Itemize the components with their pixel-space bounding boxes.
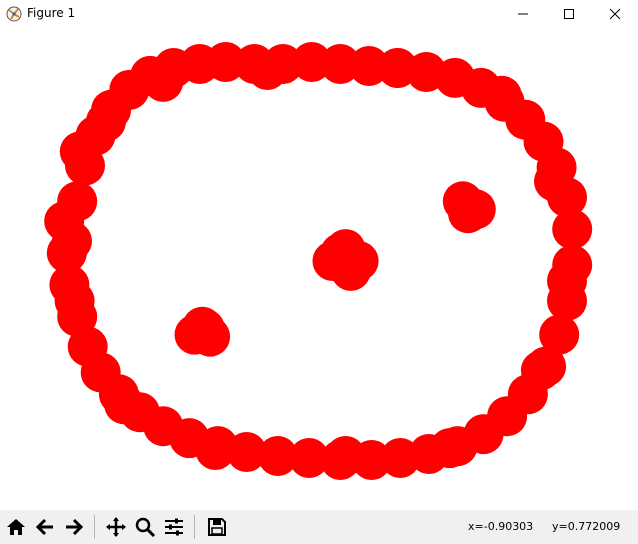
scatter-point [325,436,366,476]
toolbar-separator [94,515,95,539]
scatter-point [143,61,184,102]
maximize-button[interactable] [546,0,592,28]
app-icon [6,6,22,22]
scatter-point [534,161,574,202]
forward-button[interactable] [60,513,88,541]
configure-subplots-button[interactable] [160,513,188,541]
maximize-icon [564,9,574,19]
cursor-x-readout: x=-0.90303 [468,520,534,533]
forward-arrow-icon [66,518,84,536]
toolbar-separator [194,515,195,539]
scatter-point [44,201,85,242]
window-title: Figure 1 [27,6,76,20]
save-button[interactable] [203,513,231,541]
navigation-toolbar: x=-0.90303 y=0.772009 [0,510,638,544]
back-button[interactable] [31,513,59,541]
pan-button[interactable] [102,513,130,541]
back-arrow-icon [35,518,53,536]
scatter-point [481,75,522,116]
scatter-point [547,260,587,301]
scatter-point [85,101,126,142]
scatter-point [247,50,288,90]
scatter-point [320,233,361,273]
scatter-point [552,209,593,250]
close-icon [609,8,621,20]
scatter-point [54,280,95,321]
scatter-point [104,384,145,425]
scatter-markers [44,42,593,480]
scatter-point [377,48,418,88]
zoom-icon [135,517,156,538]
home-button[interactable] [2,513,30,541]
cursor-y-readout: y=0.772009 [552,520,621,533]
scatter-point [429,428,470,469]
minimize-button[interactable] [500,0,546,28]
scatter-point [448,193,488,234]
scatter-point [520,350,561,391]
scatter-point [195,430,236,470]
scatter-point [184,308,225,349]
title-bar: Figure 1 [0,0,638,28]
configure-subplots-icon [165,518,183,536]
pan-icon [106,517,126,537]
close-button[interactable] [592,0,638,28]
save-icon [208,518,226,536]
minimize-icon [518,13,528,15]
figure-canvas[interactable] [0,28,638,510]
home-icon [7,519,25,535]
zoom-button[interactable] [131,513,159,541]
